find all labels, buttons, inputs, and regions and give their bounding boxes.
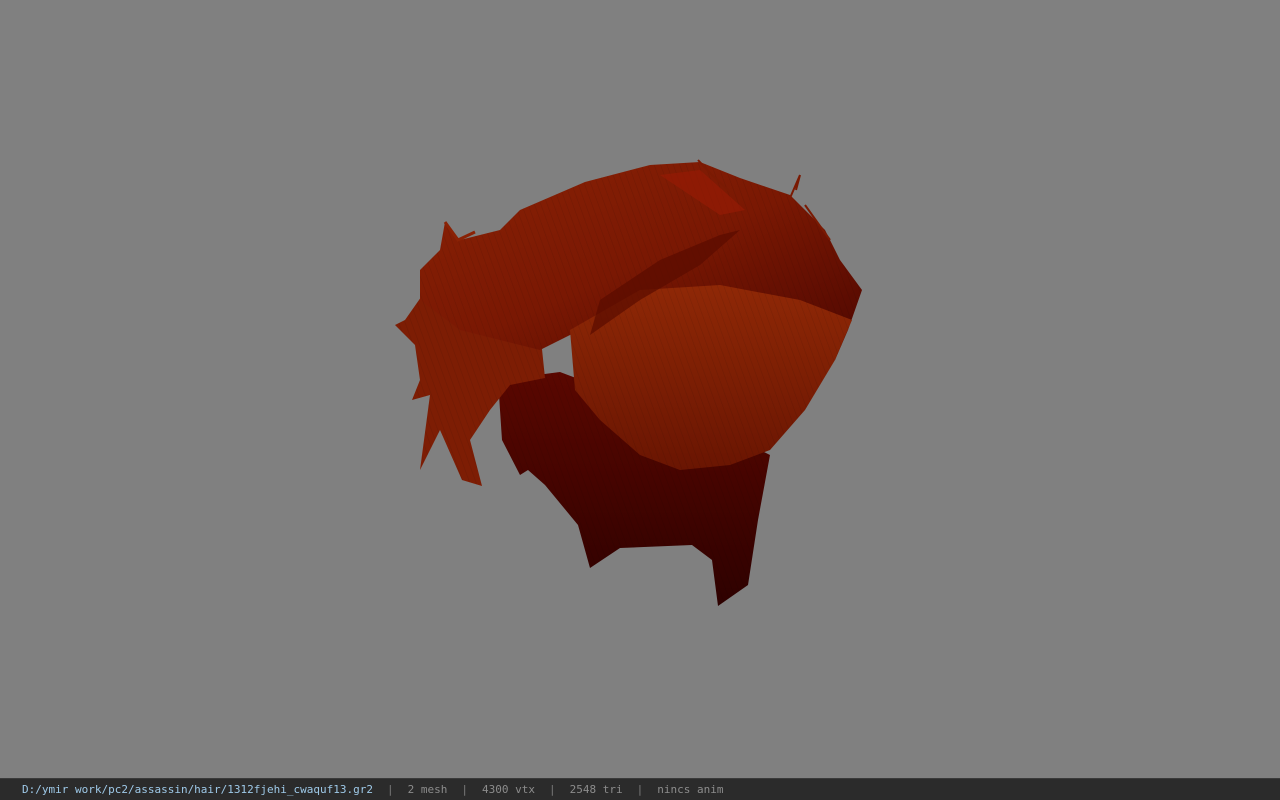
separator: | (387, 783, 394, 796)
separator: | (548, 783, 556, 796)
hair-model[interactable] (0, 0, 1280, 778)
file-path-label: D:/ymir work/pc2/assassin/hair/1312fjehi… (22, 783, 373, 796)
animation-status: nincs anim (657, 783, 724, 796)
mesh-count: 2 mesh (407, 783, 448, 796)
model-viewer-window: D:/ymir work/pc2/assassin/hair/1312fjehi… (0, 0, 1280, 800)
separator: | (636, 783, 644, 796)
triangle-count: 2548 tri (569, 783, 623, 796)
status-bar: D:/ymir work/pc2/assassin/hair/1312fjehi… (0, 778, 1280, 800)
vertex-count: 4300 vtx (482, 783, 535, 796)
3d-viewport[interactable] (0, 0, 1280, 778)
separator: | (461, 783, 468, 796)
